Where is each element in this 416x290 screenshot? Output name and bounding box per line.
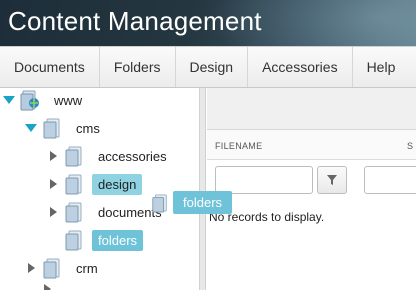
tree-node-crm[interactable]: crm xyxy=(26,256,104,280)
folder-icon xyxy=(43,118,60,139)
grid-header: FILENAME S xyxy=(207,130,416,160)
grid-toolbar xyxy=(207,88,416,130)
menu-item-help[interactable]: Help xyxy=(353,47,410,87)
file-grid: FILENAME S No records to display. xyxy=(207,88,416,290)
tree-node-design[interactable]: design xyxy=(48,172,143,196)
folder-tree: www cms accessories design documents fol… xyxy=(0,88,200,290)
folder-icon xyxy=(65,202,82,223)
pane-splitter[interactable] xyxy=(200,88,206,290)
menu-item-accessories[interactable]: Accessories xyxy=(248,47,353,87)
menu-item-folders[interactable]: Folders xyxy=(100,47,176,87)
filename-filter-input[interactable] xyxy=(215,166,313,194)
column-header-second[interactable]: S xyxy=(407,141,413,151)
filter-icon xyxy=(327,175,337,185)
tree-node-documents[interactable]: documents xyxy=(48,200,168,224)
drag-label: folders xyxy=(173,191,233,214)
menu-item-documents[interactable]: Documents xyxy=(0,47,100,87)
folder-icon xyxy=(152,193,167,212)
app-header: Content Management xyxy=(0,0,416,46)
drag-ghost: folders xyxy=(151,191,233,214)
tree-node-cms[interactable]: cms xyxy=(25,116,106,140)
tree-node-folders[interactable]: folders xyxy=(58,228,144,252)
tree-node-partial xyxy=(44,284,52,290)
expand-arrow-icon[interactable] xyxy=(3,95,15,105)
expand-arrow-icon[interactable] xyxy=(25,123,37,133)
filter-button[interactable] xyxy=(317,166,347,194)
folder-icon xyxy=(65,174,82,195)
tree-node-label: design xyxy=(92,173,143,195)
menu-item-design[interactable]: Design xyxy=(176,47,249,87)
tree-node-accessories[interactable]: accessories xyxy=(48,144,173,168)
second-filter-input[interactable] xyxy=(364,166,416,194)
expand-arrow-icon[interactable] xyxy=(26,263,36,273)
expand-arrow-icon[interactable] xyxy=(48,207,58,217)
tree-node-label: folders xyxy=(92,229,144,251)
globe-folder-icon xyxy=(20,90,39,111)
tree-node-label: cms xyxy=(76,120,100,136)
tree-node-label: accessories xyxy=(98,148,167,164)
app-title: Content Management xyxy=(8,6,262,36)
filter-row xyxy=(207,160,416,200)
folder-icon xyxy=(65,230,82,251)
column-header-filename[interactable]: FILENAME xyxy=(215,141,262,151)
tree-node-label: crm xyxy=(76,260,98,276)
folder-icon xyxy=(65,146,82,167)
folder-icon xyxy=(43,258,60,279)
tree-node-label: www xyxy=(54,92,83,108)
main-menu: Documents Folders Design Accessories Hel… xyxy=(0,46,416,88)
tree-node-www[interactable]: www xyxy=(3,88,88,112)
expand-arrow-icon[interactable] xyxy=(48,179,58,189)
expand-arrow-icon[interactable] xyxy=(48,151,58,161)
